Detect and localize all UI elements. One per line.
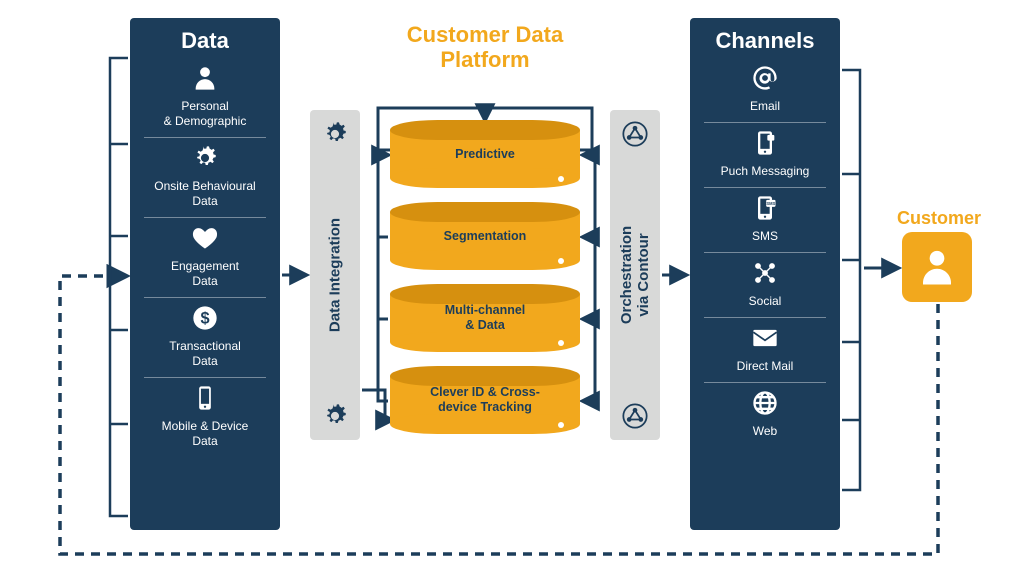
data-item-label: Onsite BehaviouralData xyxy=(144,179,266,209)
channels-item: Social xyxy=(704,253,826,318)
cdp-layer: Clever ID & Cross-device Tracking xyxy=(390,366,580,434)
cdp-layer-label: Multi-channel& Data xyxy=(390,284,580,352)
globe-icon xyxy=(751,389,779,417)
gears-icon xyxy=(321,402,349,430)
data-item: Personal& Demographic xyxy=(144,58,266,138)
at-icon xyxy=(751,64,779,92)
cdp-cylinder: Predictive Segmentation Multi-channel& Dat… xyxy=(390,120,580,448)
sms-icon xyxy=(751,194,779,222)
data-integration-bar: Data Integration xyxy=(310,110,360,440)
channels-item: Email xyxy=(704,58,826,123)
data-panel: Data Personal& Demographic Onsite Behavio… xyxy=(130,18,280,530)
cdp-layer: Multi-channel& Data xyxy=(390,284,580,352)
channels-item: Web xyxy=(704,383,826,447)
mobile-icon xyxy=(191,384,219,412)
network-icon xyxy=(621,120,649,148)
cdp-layer-label: Segmentation xyxy=(390,202,580,270)
channels-panel-title: Channels xyxy=(704,28,826,54)
orchestration-bar: Orchestration via Contour xyxy=(610,110,660,440)
cdp-layer-label: Predictive xyxy=(390,120,580,188)
cdp-layer: Predictive xyxy=(390,120,580,188)
person-icon xyxy=(191,64,219,92)
social-icon xyxy=(751,259,779,287)
push-icon xyxy=(751,129,779,157)
data-panel-title: Data xyxy=(144,28,266,54)
data-panel-brackets xyxy=(102,50,128,530)
data-item: Onsite BehaviouralData xyxy=(144,138,266,218)
channels-item-label: Puch Messaging xyxy=(704,164,826,179)
channels-item: Direct Mail xyxy=(704,318,826,383)
customer-label: Customer xyxy=(884,208,994,229)
gears-icon xyxy=(321,120,349,148)
data-item-label: EngagementData xyxy=(144,259,266,289)
channels-item-label: Email xyxy=(704,99,826,114)
channels-item-label: Social xyxy=(704,294,826,309)
person-icon xyxy=(916,246,958,288)
data-item: TransactionalData xyxy=(144,298,266,378)
channels-item-label: Direct Mail xyxy=(704,359,826,374)
data-item: EngagementData xyxy=(144,218,266,298)
heart-icon xyxy=(191,224,219,252)
data-item-label: Personal& Demographic xyxy=(144,99,266,129)
cdp-title: Customer DataPlatform xyxy=(360,22,610,73)
cdp-layer: Segmentation xyxy=(390,202,580,270)
dollar-icon xyxy=(191,304,219,332)
channels-item-label: Web xyxy=(704,424,826,439)
data-item-label: Mobile & DeviceData xyxy=(144,419,266,449)
channels-panel: Channels Email Puch Messaging SMS Social Dir… xyxy=(690,18,840,530)
channels-item: SMS xyxy=(704,188,826,253)
channels-item-label: SMS xyxy=(704,229,826,244)
mail-icon xyxy=(751,324,779,352)
gears-icon xyxy=(191,144,219,172)
data-item: Mobile & DeviceData xyxy=(144,378,266,457)
cdp-layer-label: Clever ID & Cross-device Tracking xyxy=(390,366,580,434)
channels-item: Puch Messaging xyxy=(704,123,826,188)
data-item-label: TransactionalData xyxy=(144,339,266,369)
customer-box xyxy=(902,232,972,302)
data-integration-label: Data Integration xyxy=(327,218,344,332)
orchestration-label: Orchestration via Contour xyxy=(618,226,652,324)
network-icon xyxy=(621,402,649,430)
